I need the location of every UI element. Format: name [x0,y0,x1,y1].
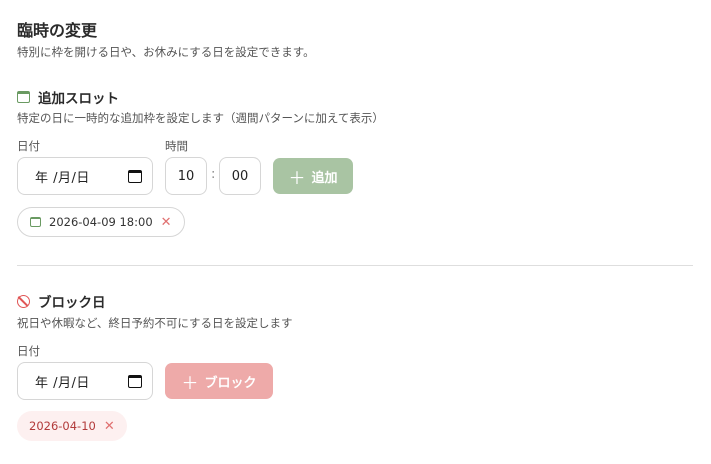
date-value: 年 /月/日 [35,170,90,186]
plus-icon: ＋ [181,373,199,394]
block-day-header: ブロック日 [17,291,106,311]
slot-chip: 2026-04-09 18:00 ✕ [17,207,185,237]
plus-icon: ＋ [288,168,306,189]
time-separator: : [211,167,216,182]
date-label: 日付 [17,139,40,153]
remove-icon[interactable]: ✕ [161,215,172,230]
block-chip-label: 2026-04-10 [29,419,96,433]
block-button[interactable]: ＋ ブロック [165,363,273,399]
add-button-label: 追加 [311,170,338,186]
calendar-picker-icon[interactable] [128,374,142,388]
date-label: 日付 [17,344,40,358]
time-label: 時間 [165,139,188,153]
block-button-label: ブロック [204,375,257,391]
calendar-picker-icon[interactable] [128,169,142,183]
slot-date-input[interactable]: 年 /月/日 [17,157,153,195]
extra-slot-description: 特定の日に一時的な追加枠を設定します（週間パターンに加えて表示） [17,111,384,125]
section-divider [17,265,693,266]
remove-icon[interactable]: ✕ [104,419,115,434]
extra-slot-header: 追加スロット [17,87,119,107]
page-title: 臨時の変更 [17,21,98,40]
calendar-icon [30,217,41,227]
slot-chip-label: 2026-04-09 18:00 [49,215,153,229]
block-day-description: 祝日や休暇など、終日予約不可にする日を設定します [17,316,293,330]
block-day-title: ブロック日 [38,295,106,311]
page-subtitle: 特別に枠を開ける日や、お休みにする日を設定できます。 [17,45,315,59]
add-slot-button[interactable]: ＋ 追加 [273,158,353,194]
block-chip: 2026-04-10 ✕ [17,411,127,441]
calendar-icon [17,91,30,103]
extra-slot-title: 追加スロット [38,91,119,107]
block-date-input[interactable]: 年 /月/日 [17,362,153,400]
ban-icon [17,294,30,308]
date-value: 年 /月/日 [35,375,90,391]
hour-input[interactable]: 10 [165,157,207,195]
minute-input[interactable]: 00 [219,157,261,195]
